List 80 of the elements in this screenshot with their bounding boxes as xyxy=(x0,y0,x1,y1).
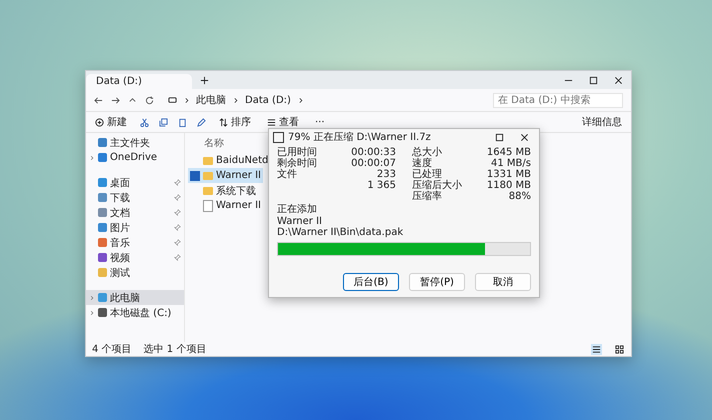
up-icon[interactable] xyxy=(128,96,137,104)
window-tab[interactable]: Data (D:) xyxy=(86,74,192,89)
maximize-icon[interactable] xyxy=(495,132,504,142)
checkbox[interactable] xyxy=(190,170,200,180)
sidebar-item[interactable]: 本地磁盘 (C:) xyxy=(86,305,184,320)
new-button[interactable]: 新建 xyxy=(92,114,130,130)
stat-label: 已用时间 xyxy=(277,147,317,158)
file-row[interactable]: Warner II xyxy=(188,168,263,183)
file-row[interactable]: 系统下载 xyxy=(188,183,258,198)
stat-value: 00:00:33 xyxy=(351,147,396,158)
current-file-text: Warner II xyxy=(277,216,323,227)
sidebar-item[interactable]: 主文件夹 xyxy=(86,135,184,150)
dialog-title: 79% 正在压缩 D:\Warner II.7z xyxy=(288,130,431,144)
sidebar-item[interactable]: 文档 xyxy=(86,205,184,220)
sidebar-item[interactable]: 音乐 xyxy=(86,235,184,250)
sort-icon xyxy=(219,118,228,126)
file-row[interactable]: Warner II xyxy=(188,198,263,213)
stat-label: 已处理 xyxy=(412,169,442,180)
cut-icon[interactable] xyxy=(140,118,149,126)
add-icon xyxy=(95,118,104,126)
back-icon[interactable] xyxy=(94,96,103,104)
close-icon[interactable] xyxy=(614,76,623,84)
chevron-icon[interactable] xyxy=(89,154,95,160)
current-file-text: D:\Warner II\Bin\data.pak xyxy=(277,227,404,238)
archive-icon xyxy=(273,132,284,142)
rename-icon[interactable] xyxy=(197,118,206,126)
sidebar-item[interactable]: 桌面 xyxy=(86,175,184,190)
chevron-icon[interactable] xyxy=(89,294,95,300)
stat-value: 1180 MB xyxy=(486,180,531,191)
dialog-button[interactable]: 后台(B) xyxy=(343,273,399,291)
breadcrumb-item[interactable]: 此电脑 xyxy=(196,93,226,107)
maximize-icon[interactable] xyxy=(589,76,598,84)
more-button[interactable]: ··· xyxy=(312,116,328,128)
address-bar[interactable]: 此电脑 Data (D:) xyxy=(162,91,485,109)
status-text: 选中 1 个项目 xyxy=(144,342,206,356)
stat-value: 88% xyxy=(508,191,531,202)
chevron-icon xyxy=(183,96,190,104)
file-row[interactable]: BaiduNetd xyxy=(188,153,270,168)
sidebar-item[interactable]: 视频 xyxy=(86,250,184,265)
chevron-icon xyxy=(232,96,239,104)
close-icon[interactable] xyxy=(520,132,529,142)
view-button[interactable]: 查看 xyxy=(264,114,302,130)
status-text: 4 个项目 xyxy=(92,343,132,356)
monitor-icon xyxy=(168,96,177,104)
breadcrumb-item[interactable]: Data (D:) xyxy=(245,94,291,106)
column-header[interactable]: 名称 xyxy=(188,133,240,153)
forward-icon[interactable] xyxy=(111,96,120,104)
stat-value: 233 xyxy=(376,169,396,180)
chevron-icon xyxy=(296,96,304,104)
copy-icon[interactable] xyxy=(159,118,168,126)
dialog-button[interactable]: 取消 xyxy=(475,273,531,291)
add-tab-icon[interactable] xyxy=(200,76,209,85)
stat-value: 00:00:07 xyxy=(351,158,396,169)
chevron-icon[interactable] xyxy=(89,310,95,316)
sidebar-item[interactable]: 下载 xyxy=(86,190,184,205)
paste-icon[interactable] xyxy=(178,118,187,126)
action-text: 正在添加 xyxy=(277,204,318,216)
stat-value: 1 365 xyxy=(367,180,396,191)
details-view-icon[interactable] xyxy=(591,344,602,354)
file-icon xyxy=(203,200,213,212)
stat-value: 1645 MB xyxy=(486,147,531,158)
sidebar-item[interactable]: 测试 xyxy=(86,265,184,280)
stat-value: 1331 MB xyxy=(486,169,531,180)
stat-label: 总大小 xyxy=(412,147,442,158)
stat-value: 41 MB/s xyxy=(491,158,531,169)
details-button[interactable]: 详细信息 xyxy=(579,114,625,130)
refresh-icon[interactable] xyxy=(145,96,154,104)
sidebar-item[interactable]: 图片 xyxy=(86,220,184,235)
dialog-button[interactable]: 暂停(P) xyxy=(409,273,465,291)
stat-label: 剩余时间 xyxy=(277,158,317,169)
stat-label: 文件 xyxy=(277,169,297,180)
sort-button[interactable]: 排序 xyxy=(216,114,254,130)
list-icon xyxy=(267,118,276,126)
stat-label: 速度 xyxy=(412,158,432,169)
stat-label: 压缩后大小 xyxy=(412,180,462,191)
sidebar-item[interactable]: OneDrive xyxy=(86,150,184,165)
search-field[interactable]: 在 Data (D:) 中搜索 xyxy=(493,92,623,108)
tiles-view-icon[interactable] xyxy=(614,344,625,354)
stat-label: 压缩率 xyxy=(412,191,442,202)
sidebar-item[interactable]: 此电脑 xyxy=(86,290,184,305)
